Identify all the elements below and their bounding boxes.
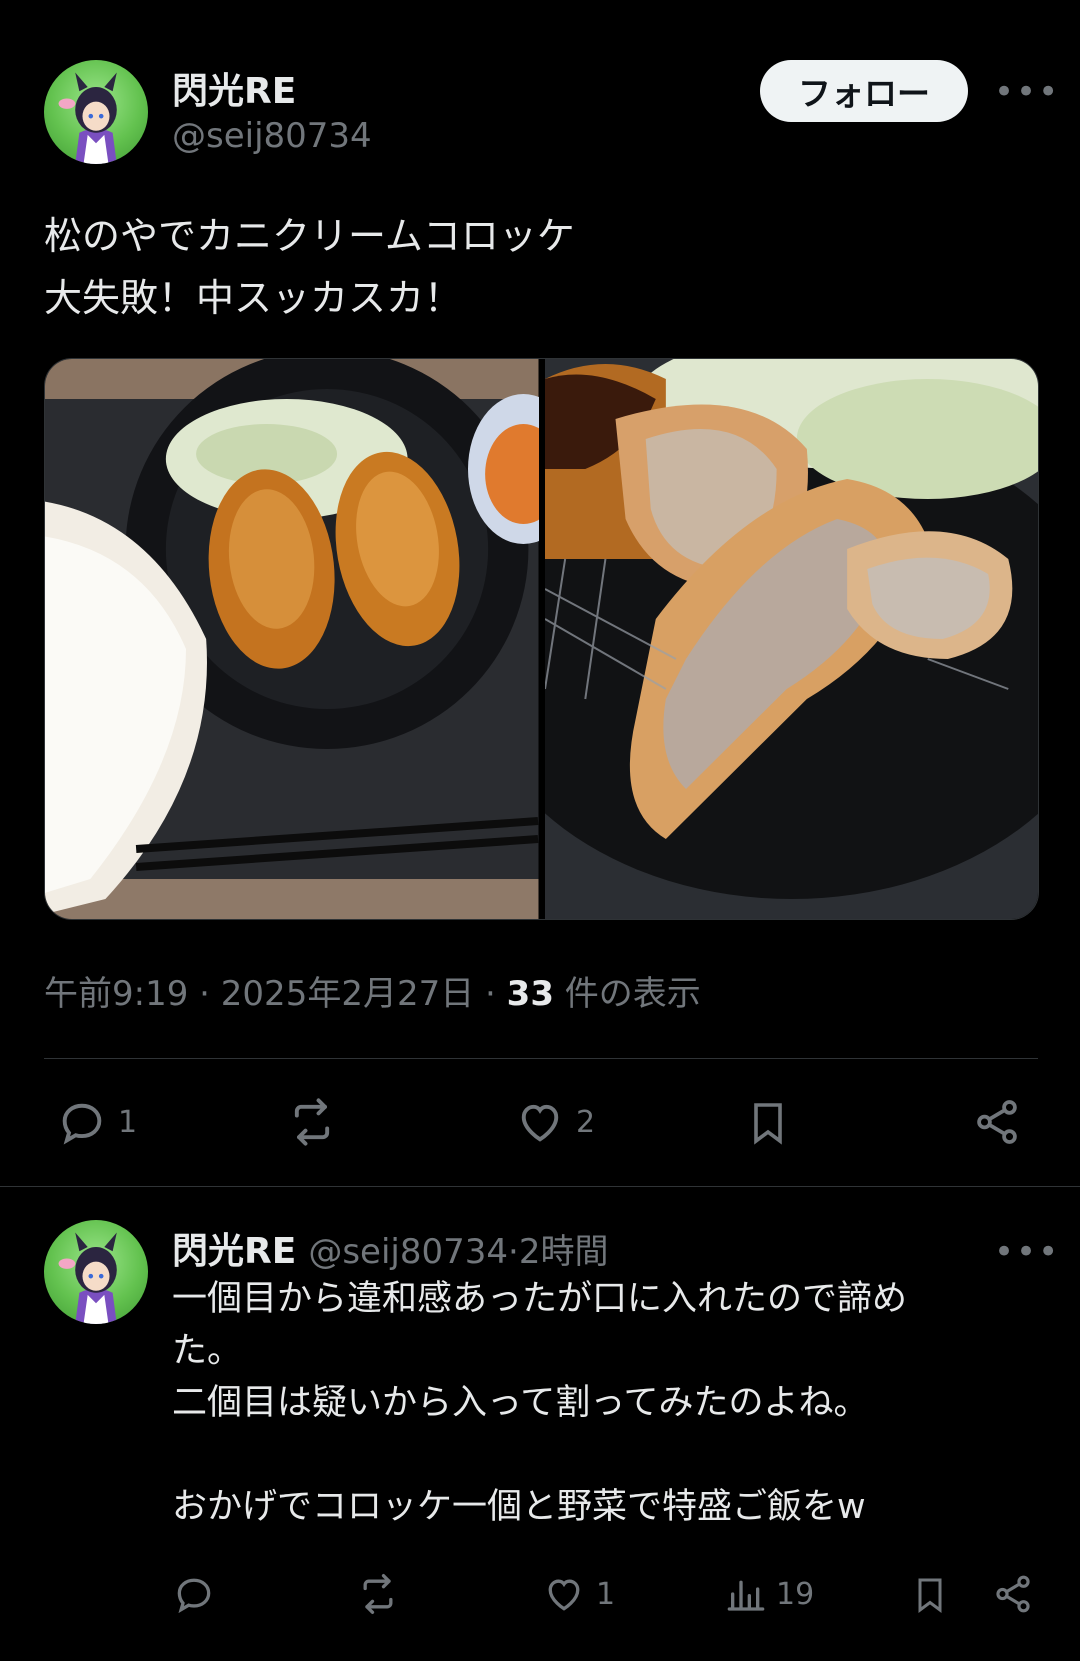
retweet-icon <box>294 1098 330 1146</box>
bookmark-button[interactable] <box>744 1096 792 1150</box>
post-date[interactable]: 2025年2月27日 <box>221 974 474 1014</box>
share-icon <box>977 1100 1017 1144</box>
reply-author-handle[interactable]: @seij80734 <box>308 1232 508 1272</box>
reply-reply-button[interactable] <box>172 1572 216 1616</box>
share-icon <box>996 1575 1030 1613</box>
reply-bookmark-button[interactable] <box>910 1572 950 1618</box>
divider <box>44 1058 1038 1059</box>
like-icon <box>548 1579 580 1611</box>
photo-left[interactable] <box>45 359 539 919</box>
reply-author-avatar[interactable] <box>44 1220 148 1324</box>
bookmark-icon <box>918 1578 942 1613</box>
reply-text-line: 二個目は疑いから入って割ってみたのよね。 <box>172 1383 869 1423</box>
reply-views-button[interactable]: 19 <box>726 1572 814 1616</box>
author-name[interactable]: 閃光RE <box>172 62 296 114</box>
reply-share-button[interactable] <box>992 1572 1034 1616</box>
post-media <box>44 358 1039 920</box>
like-count: 2 <box>576 1104 596 1140</box>
reply-text-line <box>172 1429 1032 1481</box>
photo-right[interactable] <box>544 359 1038 919</box>
reply-like-count: 1 <box>596 1576 616 1612</box>
reply-like-button[interactable]: 1 <box>542 1572 615 1616</box>
bookmark-icon <box>754 1103 782 1145</box>
views-count: 33 <box>506 974 554 1014</box>
author-handle[interactable]: @seij80734 <box>172 116 372 156</box>
reply-button[interactable]: 1 <box>56 1096 137 1148</box>
meta-separator: · <box>188 974 221 1014</box>
views-label: 件の表示 <box>554 974 701 1014</box>
reply-time[interactable]: 2時間 <box>519 1224 609 1273</box>
reply-count: 1 <box>118 1104 138 1140</box>
meta-separator: · <box>508 1232 519 1272</box>
post-metadata: 午前9:19 · 2025年2月27日 · 33 件の表示 <box>44 966 701 1015</box>
reply-icon <box>177 1578 211 1614</box>
more-options-icon[interactable]: ••• <box>994 72 1060 112</box>
share-button[interactable] <box>972 1096 1022 1148</box>
author-avatar[interactable] <box>44 60 148 164</box>
post-text: 松のやでカニクリームコロッケ 大失敗！中スッカスカ！ <box>44 205 1044 329</box>
reply-text: 一個目から違和感あったが口に入れたので諦め た。 二個目は疑いから入って割ってみ… <box>172 1273 1032 1533</box>
retweet-button[interactable] <box>284 1096 340 1148</box>
post-text-line: 大失敗！中スッカスカ！ <box>44 276 463 320</box>
reply-more-options-icon[interactable]: ••• <box>994 1232 1060 1272</box>
reply-icon <box>62 1103 102 1145</box>
reply-text-line: た。 <box>172 1331 243 1371</box>
post-time[interactable]: 午前9:19 <box>44 974 188 1014</box>
reply-text-line: おかげでコロッケ一個と野菜で特盛ご飯をw <box>172 1487 866 1527</box>
like-icon <box>521 1104 559 1142</box>
like-button[interactable]: 2 <box>514 1096 595 1148</box>
post-text-line: 松のやでカニクリームコロッケ <box>44 214 575 258</box>
retweet-icon <box>363 1574 393 1614</box>
meta-separator: · <box>474 974 507 1014</box>
views-icon <box>727 1580 765 1611</box>
follow-button[interactable]: フォロー <box>760 60 968 122</box>
reply-view-count: 19 <box>776 1576 815 1612</box>
reply-text-line: 一個目から違和感あったが口に入れたので諦め <box>172 1279 908 1319</box>
reply-header: 閃光RE @seij80734 · 2時間 <box>172 1222 608 1274</box>
reply-author-name[interactable]: 閃光RE <box>172 1222 296 1274</box>
divider <box>0 1186 1080 1187</box>
reply-retweet-button[interactable] <box>354 1572 402 1616</box>
